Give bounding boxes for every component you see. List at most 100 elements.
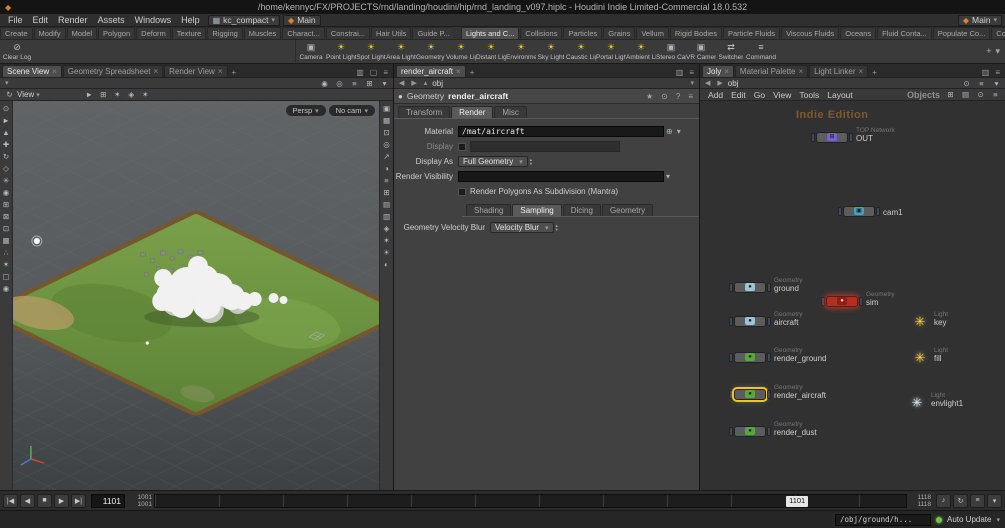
shelf-tab[interactable]: Vellum (636, 27, 669, 39)
shelf-tool[interactable]: ☀ Spot Light (356, 42, 386, 61)
shelf-tab[interactable]: Texture (171, 27, 207, 39)
history-icon[interactable]: ▾ (991, 78, 1002, 89)
node-body[interactable]: ● (826, 295, 858, 307)
shelf-tool[interactable]: ☀ Environment Light (506, 42, 536, 61)
pane-menu-icon[interactable]: ≡ (380, 68, 391, 77)
node-input-flag[interactable] (729, 316, 733, 326)
shelf-tab[interactable]: Rigging (207, 27, 243, 39)
pane-tab[interactable]: render_aircraft × (396, 65, 466, 77)
secure-selection-icon[interactable]: ◉ (1, 187, 12, 198)
shelf-tool[interactable]: ▣ Camera (296, 42, 326, 61)
node-body[interactable]: ● (734, 351, 766, 363)
network-node[interactable]: ✳ Light fill (912, 347, 949, 364)
network-node[interactable]: ● Geometry aircraft (728, 311, 803, 327)
shelf-tab[interactable]: Charact... (282, 27, 325, 39)
pane-tab[interactable]: Joly × (702, 65, 734, 77)
display-options-icon[interactable]: ≡ (381, 175, 392, 186)
forward-icon[interactable]: ▶ (715, 79, 724, 87)
shelf-tab[interactable]: Muscles (243, 27, 282, 39)
add-shelf-button[interactable]: + (986, 46, 991, 57)
audio-icon[interactable]: ♪ (936, 493, 951, 508)
node-body[interactable]: ● (734, 388, 766, 400)
view-icon[interactable]: ⊙ (1, 103, 12, 114)
lock-icon[interactable]: ◉ (319, 78, 330, 89)
range-start[interactable]: 1001 1001 (130, 494, 152, 508)
stepper-icon[interactable]: ▴ ▾ (556, 224, 558, 231)
shelf-tab[interactable]: Populate Co... (932, 27, 991, 39)
shelf-tool[interactable]: ☀ Portal Light (596, 42, 626, 61)
play-forward-button[interactable]: ▶ (54, 493, 69, 508)
menu-item[interactable]: File (3, 15, 28, 25)
stepper-icon[interactable]: ▴ ▾ (530, 158, 532, 165)
network-node[interactable]: ● Geometry render_ground (728, 347, 826, 363)
shelf-tab[interactable]: Oceans (840, 27, 877, 39)
network-menu-item[interactable]: Edit (727, 90, 750, 100)
shelf-tab[interactable]: Particles (563, 27, 603, 39)
shelf-tool[interactable]: ≡ Command Output (746, 42, 776, 61)
pane-tab[interactable]: Scene View × (2, 65, 62, 77)
select-icon[interactable]: ► (84, 89, 95, 100)
node-display-flag[interactable] (767, 426, 771, 436)
camera-lock-icon[interactable]: ◎ (334, 78, 345, 89)
jump-to-start-button[interactable]: |◀ (3, 493, 18, 508)
current-frame-field[interactable]: 1101 (91, 493, 125, 508)
node-display-flag[interactable] (859, 296, 863, 306)
pose-icon[interactable]: ✳ (1, 175, 12, 186)
template-icon[interactable]: ▢ (1, 271, 12, 282)
snapshot-icon[interactable]: ▤ (960, 89, 971, 100)
help-icon[interactable]: ? (674, 92, 682, 101)
close-icon[interactable]: × (218, 67, 223, 76)
new-pane-tab-button[interactable]: + (869, 68, 880, 77)
shelf-tab[interactable]: Create (0, 27, 33, 39)
shelf-tab[interactable]: Particle Fluids (722, 27, 781, 39)
node-display-flag[interactable] (767, 282, 771, 292)
node-display-flag[interactable] (767, 389, 771, 399)
up-icon[interactable]: ▴ (422, 79, 430, 87)
network-node[interactable]: ● Geometry render_dust (728, 421, 817, 437)
node-display-flag[interactable] (876, 206, 880, 216)
node-body[interactable]: ⊞ (816, 131, 848, 143)
visualizers-icon[interactable]: ✶ (381, 235, 392, 246)
node-body[interactable]: ✳ (912, 351, 928, 364)
close-icon[interactable]: × (859, 67, 864, 76)
grid-toggle-icon[interactable]: ⊞ (381, 187, 392, 198)
desktop-main-selector[interactable]: ◆ Main (283, 14, 321, 26)
network-menu-item[interactable]: Tools (795, 90, 823, 100)
network-node[interactable]: ● Geometry sim (820, 291, 895, 307)
node-body[interactable]: ✳ (909, 396, 925, 409)
node-display-flag[interactable] (849, 132, 853, 142)
pane-menu-icon[interactable]: ≡ (992, 68, 1003, 77)
node-display-flag[interactable] (767, 352, 771, 362)
view-menu[interactable]: View (17, 90, 34, 99)
breadcrumb[interactable]: obj (728, 79, 739, 88)
new-pane-tab-button[interactable]: + (467, 68, 478, 77)
node-body[interactable]: ● (734, 425, 766, 437)
network-node[interactable]: ● Geometry ground (728, 277, 803, 293)
pane-tab[interactable]: Material Palette × (734, 65, 809, 77)
isolate-icon[interactable]: ◈ (381, 223, 392, 234)
pane-tab[interactable]: Geometry Spreadsheet × (62, 65, 164, 77)
stop-button[interactable]: ■ (37, 493, 52, 508)
rotate-icon[interactable]: ↻ (1, 151, 12, 162)
render-visibility-input[interactable] (458, 171, 664, 182)
pane-tab[interactable]: Light Linker × (809, 65, 869, 77)
pane-split-icon[interactable]: ▥ (979, 68, 993, 77)
export-view-icon[interactable]: ↗ (381, 151, 392, 162)
recent-parameter-field[interactable]: /obj/ground/h... (835, 513, 931, 526)
play-reverse-button[interactable]: ◀ (20, 493, 35, 508)
shelf-tool[interactable]: ☀ Area Light (386, 42, 416, 61)
shelf-tab[interactable]: Deform (136, 27, 171, 39)
shelf-tab[interactable]: Grains (603, 27, 636, 39)
param-menu-icon[interactable]: ▾ (675, 127, 683, 136)
snap-point-icon[interactable]: ⊡ (1, 223, 12, 234)
gear-menu-icon[interactable]: ≡ (686, 92, 695, 101)
node-input-flag[interactable] (729, 389, 733, 399)
node-input-flag[interactable] (821, 296, 825, 306)
shelf-tool[interactable]: ☀ Volume Light (446, 42, 476, 61)
visualizers-icon[interactable]: ✶ (140, 89, 151, 100)
close-icon[interactable]: × (456, 67, 461, 76)
network-node[interactable]: ✳ Light envlight1 (909, 392, 963, 409)
shelf-tool[interactable]: ☀ Distant Light (476, 42, 506, 61)
history-icon[interactable]: ▾ (688, 79, 696, 87)
hq-lighting-icon[interactable]: ☀ (381, 247, 392, 258)
